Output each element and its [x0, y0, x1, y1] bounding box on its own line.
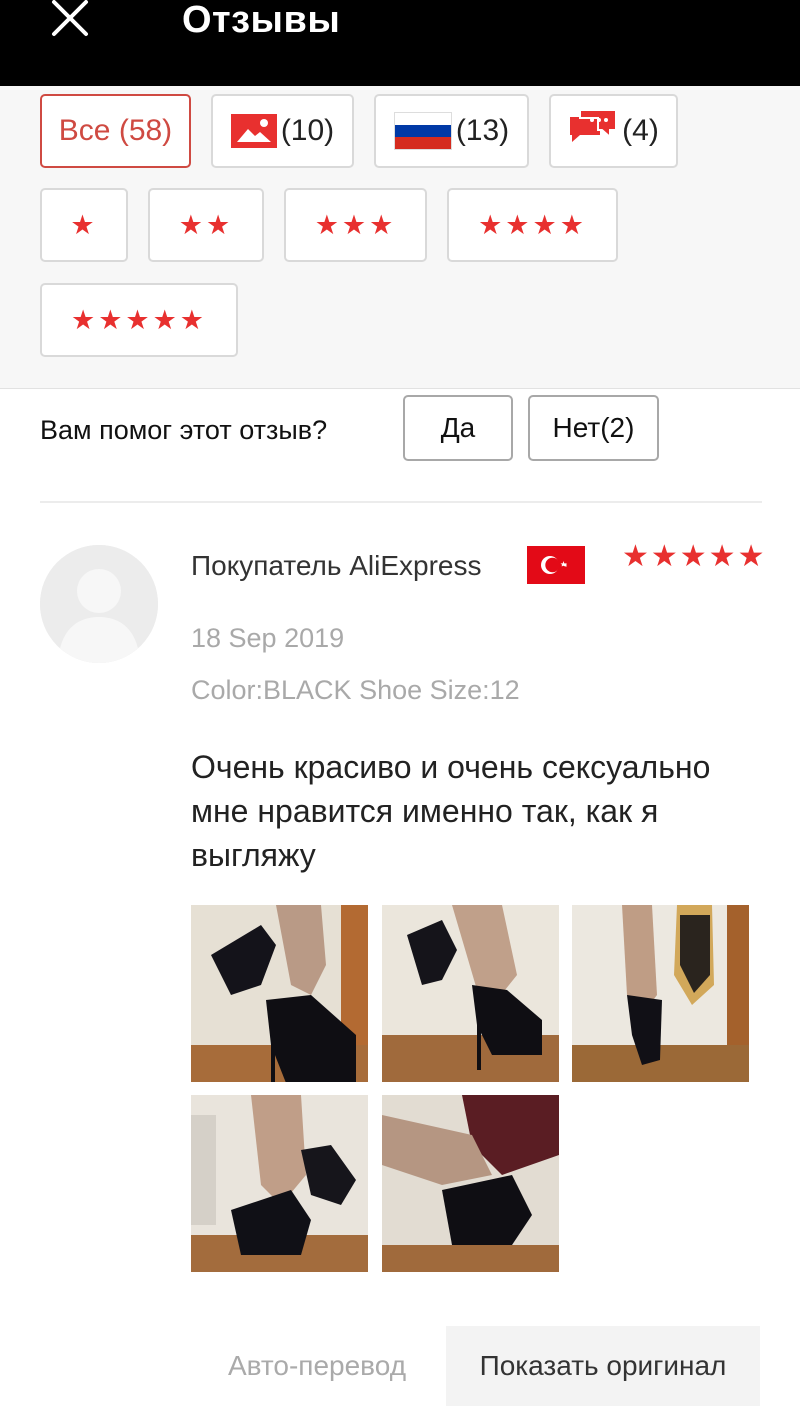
top-bar: Отзывы — [0, 0, 800, 86]
review-photo[interactable] — [191, 905, 368, 1082]
user-silhouette-icon — [40, 545, 158, 663]
reviewer-name: Покупатель AliExpress — [191, 550, 482, 581]
star-rating-icon: ★★★ — [314, 209, 397, 240]
filter-comments-count: (4) — [622, 114, 659, 147]
review-photo[interactable] — [382, 905, 559, 1082]
helpful-question: Вам помог этот отзыв? — [40, 415, 328, 445]
filter-all-chip[interactable]: Все (58) — [40, 94, 191, 168]
star-rating-icon: ★ — [70, 209, 98, 240]
close-icon[interactable] — [48, 0, 92, 40]
filter-3-star-chip[interactable]: ★★★ — [284, 188, 427, 262]
avatar — [40, 545, 158, 663]
auto-translate-button[interactable]: Авто-перевод — [212, 1326, 422, 1406]
helpful-yes-button[interactable]: Да — [403, 395, 513, 461]
filter-country-count: (13) — [455, 114, 510, 147]
filter-all-label: Все (58) — [58, 114, 173, 147]
show-original-button[interactable]: Показать оригинал — [446, 1326, 760, 1406]
star-rating-icon: ★★★★ — [478, 209, 587, 240]
filter-photo-count: (10) — [280, 114, 335, 147]
filter-photo-chip[interactable]: (10) — [211, 94, 354, 168]
review-photo[interactable] — [191, 1095, 368, 1272]
page-title: Отзывы — [182, 0, 341, 41]
helpful-no-button[interactable]: Нет(2) — [528, 395, 659, 461]
photo-icon — [230, 114, 277, 148]
review-photo[interactable] — [572, 905, 749, 1082]
turkey-flag-icon — [527, 546, 585, 584]
russia-flag-icon — [393, 112, 452, 150]
filter-1-star-chip[interactable]: ★ — [40, 188, 128, 262]
chat-icon — [568, 107, 618, 155]
review-rating-stars: ★★★★★ — [622, 540, 767, 573]
divider — [40, 501, 762, 503]
review-photo[interactable] — [382, 1095, 559, 1272]
star-rating-icon: ★★★★★ — [70, 304, 208, 335]
review-date: 18 Sep 2019 — [191, 623, 345, 653]
filter-4-star-chip[interactable]: ★★★★ — [447, 188, 618, 262]
filter-5-star-chip[interactable]: ★★★★★ — [40, 283, 238, 357]
review-filters: Все (58) (10) (13) (4) ★ ★★ ★★★ ★★★★ ★★★… — [0, 86, 800, 389]
star-rating-icon: ★★ — [178, 209, 234, 240]
filter-country-chip[interactable]: (13) — [374, 94, 529, 168]
review-attributes: Color:BLACK Shoe Size:12 — [191, 675, 520, 705]
filter-2-star-chip[interactable]: ★★ — [148, 188, 264, 262]
review-text: Очень красиво и очень сексуально мне нра… — [191, 749, 711, 873]
filter-comments-chip[interactable]: (4) — [549, 94, 678, 168]
